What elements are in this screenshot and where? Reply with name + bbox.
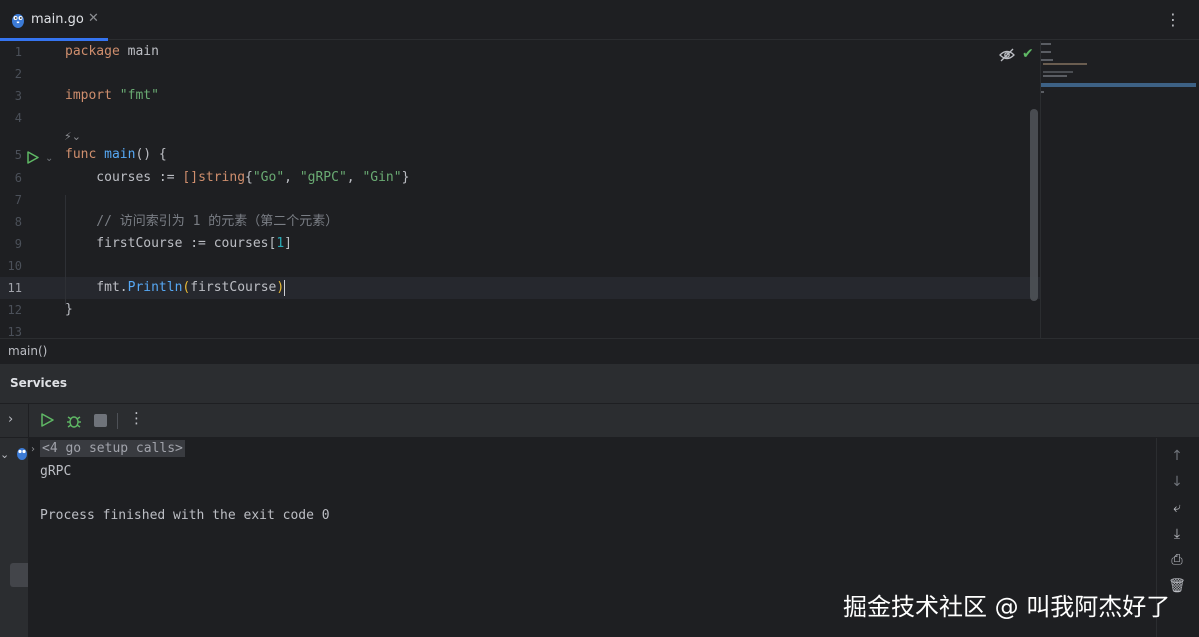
minimap-viewport-highlight bbox=[1041, 83, 1196, 87]
stop-icon[interactable] bbox=[94, 414, 107, 427]
toolbar-divider bbox=[28, 404, 29, 438]
matched-paren: ) bbox=[276, 280, 285, 295]
minimap[interactable] bbox=[1040, 41, 1199, 338]
no-problems-check-icon[interactable]: ✔ bbox=[1022, 46, 1034, 62]
editor-scrollbar[interactable] bbox=[1030, 109, 1038, 301]
go-gopher-icon[interactable] bbox=[16, 446, 28, 464]
keyword: import bbox=[65, 88, 112, 103]
minimap-line bbox=[1041, 91, 1044, 93]
minimap-line bbox=[1041, 51, 1051, 53]
variable-decl: courses := bbox=[65, 170, 183, 185]
line-number-current: 11 bbox=[7, 281, 22, 295]
reader-mode-eye-icon[interactable] bbox=[999, 48, 1015, 66]
string-literal: "Gin" bbox=[362, 170, 402, 185]
minimap-line bbox=[1043, 63, 1087, 65]
breadcrumb: main() bbox=[0, 338, 1199, 364]
soft-wrap-icon[interactable]: ⤶ bbox=[1167, 498, 1187, 518]
expand-calls-chevron-icon[interactable]: › bbox=[31, 444, 35, 455]
keyword: func bbox=[65, 147, 97, 162]
argument: firstCourse bbox=[190, 280, 277, 295]
code-line-12: } bbox=[65, 302, 73, 317]
tab-title: main.go bbox=[31, 12, 84, 27]
hint-label: ⚡︎ bbox=[64, 130, 72, 143]
code-line-6: courses := []string{"Go", "gRPC", "Gin"} bbox=[65, 167, 409, 189]
function-name: main bbox=[104, 147, 136, 162]
toolbar-divider bbox=[117, 413, 118, 429]
collapsed-calls-fold[interactable]: <4 go setup calls> bbox=[40, 440, 185, 457]
code-line-11: fmt.Println(firstCourse) bbox=[65, 277, 286, 299]
slice-brackets: [] bbox=[182, 170, 199, 185]
punctuation: ] bbox=[284, 236, 292, 251]
string-literal: "fmt" bbox=[119, 88, 159, 103]
scroll-to-end-icon[interactable]: ⤓ bbox=[1167, 524, 1187, 544]
minimap-line bbox=[1041, 43, 1051, 45]
line-number: 4 bbox=[14, 111, 22, 125]
punctuation: { bbox=[245, 170, 253, 185]
services-tree[interactable] bbox=[0, 438, 28, 637]
fold-chevron-icon[interactable]: ⌄ bbox=[45, 153, 53, 164]
function-call: Println bbox=[127, 280, 183, 295]
punctuation: , bbox=[346, 170, 363, 185]
collapse-chevron-icon[interactable]: ⌄ bbox=[0, 448, 9, 461]
line-number: 3 bbox=[14, 89, 22, 103]
line-number: 7 bbox=[14, 193, 22, 207]
punctuation: } bbox=[401, 170, 410, 185]
line-number: 9 bbox=[14, 237, 22, 251]
services-title: Services bbox=[10, 376, 68, 390]
close-icon[interactable]: ✕ bbox=[88, 11, 99, 26]
type-name: string bbox=[198, 170, 246, 185]
watermark: 掘金技术社区 @ 叫我阿杰好了 bbox=[843, 593, 1171, 621]
more-options-icon[interactable]: ⋮ bbox=[1165, 9, 1181, 31]
minimap-line bbox=[1041, 59, 1053, 61]
more-options-icon[interactable]: ⋮ bbox=[129, 409, 144, 427]
punctuation: () { bbox=[135, 147, 167, 162]
editor-tab-bar: main.go ✕ ⋮ bbox=[0, 0, 1199, 41]
punctuation: , bbox=[284, 170, 300, 185]
go-gopher-icon bbox=[11, 12, 25, 32]
breadcrumb-item-main[interactable]: main() bbox=[8, 344, 47, 358]
code-line-3: import "fmt" bbox=[65, 85, 159, 107]
services-toolbar: › ⋮ bbox=[0, 404, 1199, 438]
services-header: Services bbox=[0, 364, 1199, 404]
up-arrow-icon[interactable]: ↑ bbox=[1167, 446, 1187, 466]
console-line-exit: Process finished with the exit code 0 bbox=[40, 508, 330, 523]
code-vision-hint-icon[interactable]: ⚡︎⌄ bbox=[64, 130, 81, 143]
package-name: main bbox=[119, 44, 159, 59]
line-number: 1 bbox=[14, 45, 22, 59]
tab-main-go[interactable]: main.go ✕ bbox=[0, 0, 108, 41]
line-number: 6 bbox=[14, 171, 22, 185]
expand-chevron-icon[interactable]: › bbox=[8, 412, 13, 427]
tree-scroll-thumb[interactable] bbox=[10, 563, 28, 587]
line-number: 13 bbox=[7, 325, 22, 338]
line-number: 10 bbox=[7, 259, 22, 273]
string-literal: "Go" bbox=[252, 170, 285, 185]
line-number: 8 bbox=[14, 215, 22, 229]
console-line-output: gRPC bbox=[40, 464, 72, 479]
code-line-9: firstCourse := courses[1] bbox=[65, 233, 292, 255]
debug-bug-icon[interactable] bbox=[66, 413, 82, 433]
keyword: package bbox=[65, 44, 120, 59]
code-line-5: func main() { bbox=[65, 144, 167, 166]
down-arrow-icon[interactable]: ↓ bbox=[1167, 472, 1187, 492]
code-line-8-comment: // 访问索引为 1 的元素（第二个元素） bbox=[65, 214, 339, 229]
code-line-1: package main bbox=[65, 41, 159, 63]
line-number: 5 bbox=[14, 148, 22, 162]
run-icon[interactable] bbox=[40, 413, 54, 431]
variable-decl: firstCourse := courses bbox=[65, 236, 269, 251]
print-icon[interactable]: ⎙ bbox=[1167, 550, 1187, 570]
minimap-line bbox=[1043, 75, 1067, 77]
code-editor[interactable]: 1 2 3 4 5 6 7 8 9 10 11 12 13 ⌄ ⚡︎⌄ pack… bbox=[0, 41, 1040, 338]
line-number: 2 bbox=[14, 67, 22, 81]
minimap-line bbox=[1043, 71, 1073, 73]
string-literal: "gRPC" bbox=[299, 170, 347, 185]
run-icon[interactable] bbox=[26, 151, 39, 168]
text-caret bbox=[284, 279, 286, 296]
line-number: 12 bbox=[7, 303, 22, 317]
console-line-calls: <4 go setup calls> bbox=[40, 440, 185, 457]
number-literal: 1 bbox=[276, 236, 285, 251]
line-number-gutter: 1 2 3 4 5 6 7 8 9 10 11 12 13 bbox=[0, 41, 60, 338]
package-ref: fmt. bbox=[65, 280, 128, 295]
